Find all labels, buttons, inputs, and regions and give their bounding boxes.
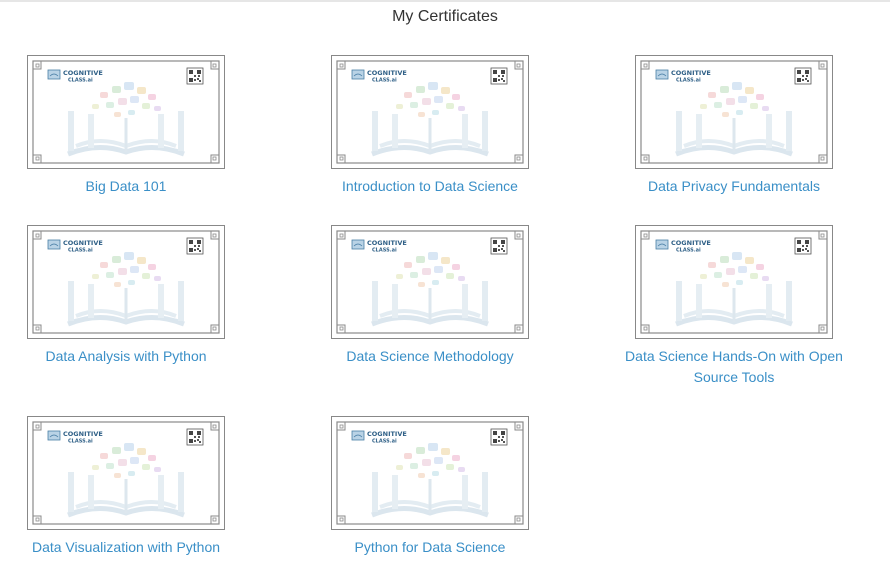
certificate-card: COGNITIVE CLASS.ai Data Science Hands-On…	[609, 225, 859, 388]
certificate-link[interactable]: Introduction to Data Science	[305, 176, 555, 197]
certificate-thumbnail[interactable]: COGNITIVE CLASS.ai	[27, 55, 225, 169]
svg-text:CLASS.ai: CLASS.ai	[372, 439, 397, 445]
svg-text:COGNITIVE: COGNITIVE	[367, 69, 407, 77]
certificate-thumbnail[interactable]: COGNITIVE CLASS.ai	[635, 55, 833, 169]
certificate-image: COGNITIVE CLASS.ai	[640, 230, 828, 334]
page-title: My Certificates	[392, 8, 498, 25]
svg-text:COGNITIVE: COGNITIVE	[63, 69, 103, 77]
certificate-image: COGNITIVE CLASS.ai	[32, 230, 220, 334]
svg-text:CLASS.ai: CLASS.ai	[676, 248, 701, 254]
certificate-image: COGNITIVE CLASS.ai	[32, 421, 220, 525]
certificate-link[interactable]: Python for Data Science	[305, 537, 555, 558]
svg-text:CLASS.ai: CLASS.ai	[372, 78, 397, 84]
certificate-image: COGNITIVE CLASS.ai	[336, 421, 524, 525]
svg-text:CLASS.ai: CLASS.ai	[68, 439, 93, 445]
svg-text:COGNITIVE: COGNITIVE	[671, 69, 711, 77]
top-divider	[0, 0, 890, 2]
svg-text:CLASS.ai: CLASS.ai	[372, 248, 397, 254]
svg-text:CLASS.ai: CLASS.ai	[68, 78, 93, 84]
certificate-card: COGNITIVE CLASS.ai Data Analysis with Py…	[1, 225, 251, 367]
certificate-image: COGNITIVE CLASS.ai	[32, 60, 220, 164]
certificate-link[interactable]: Data Science Hands-On with Open Source T…	[609, 346, 859, 388]
certificate-thumbnail[interactable]: COGNITIVE CLASS.ai	[27, 416, 225, 530]
certificate-image: COGNITIVE CLASS.ai	[640, 60, 828, 164]
svg-text:COGNITIVE: COGNITIVE	[63, 430, 103, 438]
certificate-thumbnail[interactable]: COGNITIVE CLASS.ai	[27, 225, 225, 339]
certificate-link[interactable]: Data Science Methodology	[305, 346, 555, 367]
certificate-link[interactable]: Data Privacy Fundamentals	[609, 176, 859, 197]
certificate-thumbnail[interactable]: COGNITIVE CLASS.ai	[331, 55, 529, 169]
svg-text:COGNITIVE: COGNITIVE	[63, 239, 103, 247]
certificate-thumbnail[interactable]: COGNITIVE CLASS.ai	[331, 416, 529, 530]
certificate-thumbnail[interactable]: COGNITIVE CLASS.ai	[331, 225, 529, 339]
svg-text:COGNITIVE: COGNITIVE	[367, 430, 407, 438]
svg-text:COGNITIVE: COGNITIVE	[367, 239, 407, 247]
certificate-link[interactable]: Big Data 101	[1, 176, 251, 197]
svg-text:CLASS.ai: CLASS.ai	[68, 248, 93, 254]
certificate-link[interactable]: Data Analysis with Python	[1, 346, 251, 367]
certificate-card: COGNITIVE CLASS.ai Data Privacy Fundamen…	[609, 55, 859, 197]
svg-text:CLASS.ai: CLASS.ai	[676, 78, 701, 84]
certificate-link[interactable]: Data Visualization with Python	[1, 537, 251, 558]
certificate-thumbnail[interactable]: COGNITIVE CLASS.ai	[635, 225, 833, 339]
certificate-card: COGNITIVE CLASS.ai Big Data 101	[1, 55, 251, 197]
certificate-image: COGNITIVE CLASS.ai	[336, 60, 524, 164]
certificate-card: COGNITIVE CLASS.ai Data Science Methodol…	[305, 225, 555, 367]
certificate-card: COGNITIVE CLASS.ai Data Visualization wi…	[1, 416, 251, 558]
certificate-card: COGNITIVE CLASS.ai Introduction to Data …	[305, 55, 555, 197]
svg-text:COGNITIVE: COGNITIVE	[671, 239, 711, 247]
certificate-card: COGNITIVE CLASS.ai Python for Data Scien…	[305, 416, 555, 558]
certificate-image: COGNITIVE CLASS.ai	[336, 230, 524, 334]
